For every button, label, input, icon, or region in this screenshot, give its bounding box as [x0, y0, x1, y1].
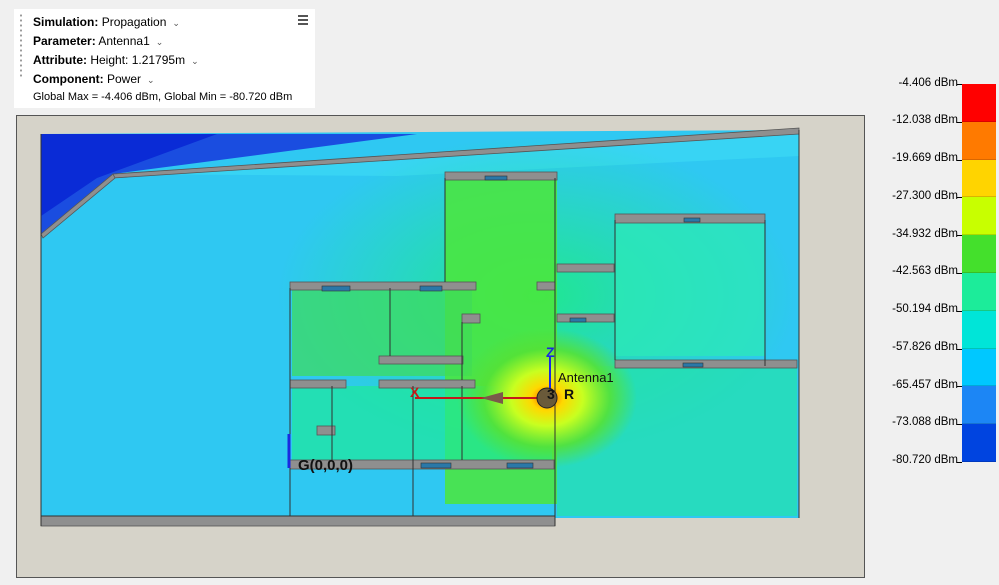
- legend-tick: [957, 273, 962, 274]
- legend-tick: [957, 462, 962, 463]
- hamburger-menu-icon[interactable]: [298, 15, 308, 27]
- info-panel: Simulation: Propagation ⌄ Parameter: Ante…: [14, 9, 315, 108]
- attribute-selector[interactable]: Attribute: Height: 1.21795m ⌄: [33, 53, 199, 67]
- 3d-viewport[interactable]: X Z 3 R Antenna1 G(0,0,0): [16, 115, 865, 578]
- origin-label: G(0,0,0): [298, 457, 353, 474]
- legend-label: -80.720 dBm: [892, 454, 958, 466]
- legend-swatch: [962, 159, 996, 198]
- legend-tick: [957, 121, 962, 123]
- attribute-value[interactable]: Height: 1.21795m: [90, 53, 185, 67]
- propagation-heatmap: X Z 3 R Antenna1 G(0,0,0): [40, 127, 800, 527]
- legend-swatch: [962, 272, 996, 311]
- legend-tick: [957, 424, 962, 426]
- legend-label: -73.088 dBm: [892, 416, 958, 428]
- parameter-label: Parameter:: [33, 34, 96, 48]
- drag-handle-icon[interactable]: [20, 13, 22, 77]
- legend-label: -12.038 dBm: [892, 114, 958, 126]
- axis-r-label: R: [564, 386, 574, 402]
- simulation-value[interactable]: Propagation: [102, 15, 167, 29]
- legend-tick: [957, 159, 962, 161]
- legend-swatch: [962, 310, 996, 349]
- component-value[interactable]: Power: [107, 72, 141, 86]
- legend-label: -42.563 dBm: [892, 265, 958, 277]
- legend-swatch: [962, 386, 996, 425]
- legend-swatch: [962, 348, 996, 387]
- global-summary: Global Max = -4.406 dBm, Global Min = -8…: [33, 91, 293, 103]
- axis-z-label: Z: [546, 344, 555, 360]
- legend-tick: [957, 348, 962, 350]
- axis-x-label: X: [410, 384, 420, 400]
- simulation-label: Simulation:: [33, 15, 99, 29]
- legend-tick: [957, 310, 962, 312]
- antenna-label: Antenna1: [558, 370, 614, 385]
- chevron-down-icon[interactable]: ⌄: [147, 75, 155, 85]
- legend-label: -65.457 dBm: [892, 379, 958, 391]
- legend-swatch: [962, 424, 996, 462]
- legend-tick: [957, 235, 962, 237]
- legend-label: -19.669 dBm: [892, 152, 958, 164]
- legend-tick: [957, 84, 962, 85]
- legend-tick: [957, 386, 962, 388]
- chevron-down-icon[interactable]: ⌄: [191, 56, 199, 66]
- component-selector[interactable]: Component: Power ⌄: [33, 72, 155, 86]
- legend-swatch: [962, 121, 996, 160]
- legend-label: -57.826 dBm: [892, 341, 958, 353]
- component-label: Component:: [33, 72, 104, 86]
- legend-label: -34.932 dBm: [892, 228, 958, 240]
- legend-tick: [957, 197, 962, 199]
- parameter-selector[interactable]: Parameter: Antenna1 ⌄: [33, 34, 163, 48]
- axis-3-label: 3: [547, 386, 555, 402]
- color-scale-bar: [962, 84, 996, 462]
- legend-label: -4.406 dBm: [898, 77, 958, 89]
- chevron-down-icon[interactable]: ⌄: [172, 18, 180, 28]
- parameter-value[interactable]: Antenna1: [98, 34, 149, 48]
- simulation-selector[interactable]: Simulation: Propagation ⌄: [33, 15, 180, 29]
- legend-label: -27.300 dBm: [892, 190, 958, 202]
- legend-swatch: [962, 84, 996, 122]
- legend-swatch: [962, 197, 996, 236]
- legend-label: -50.194 dBm: [892, 303, 958, 315]
- chevron-down-icon[interactable]: ⌄: [156, 37, 164, 47]
- legend-swatch: [962, 235, 996, 273]
- attribute-label: Attribute:: [33, 53, 87, 67]
